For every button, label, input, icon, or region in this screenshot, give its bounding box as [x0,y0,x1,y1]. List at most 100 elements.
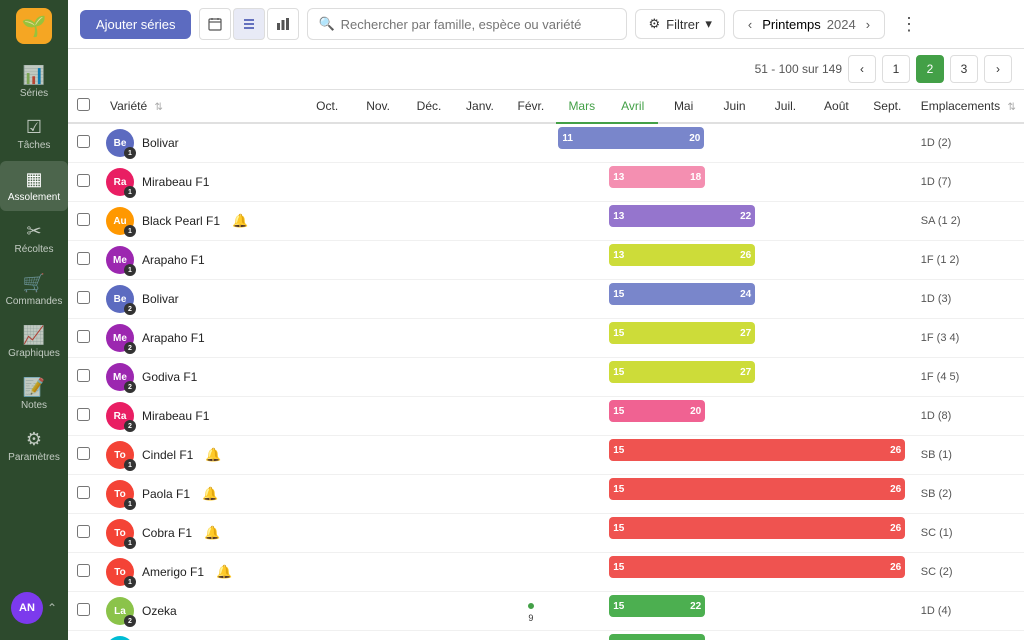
calendar-view-btn[interactable] [199,8,231,40]
emplacements-cell: SC (1) [913,514,1024,553]
month-cell-2 [404,202,455,241]
variety-badge: Ra1 [106,168,134,196]
month-cell-11 [862,319,913,358]
page-1-button[interactable]: 1 [882,55,910,83]
sidebar-item-graphiques[interactable]: 📈 Graphiques [0,317,68,367]
month-cell-1 [353,475,404,514]
search-input[interactable] [341,17,617,32]
row-checkbox[interactable] [77,408,90,421]
month-cell-0 [302,358,353,397]
filter-icon: ⚙ [648,16,660,32]
emplacements-sort-icon[interactable]: ⇅ [1007,102,1015,113]
row-checkbox[interactable] [77,603,90,616]
avatar-expand-icon[interactable]: ⌃ [47,601,57,615]
variety-badge: To1 [106,441,134,469]
table-row: Oi1 De Barletta 15231D (9) [68,631,1024,640]
month-cell-6: 1318 [607,163,658,202]
month-cell-1 [353,397,404,436]
table-row: Be1 Bolivar 11201D (2) [68,123,1024,163]
page-2-button[interactable]: 2 [916,55,944,83]
emplacements-header[interactable]: Emplacements ⇅ [913,90,1024,123]
variety-sort-icon[interactable]: ⇅ [154,102,162,113]
row-checkbox[interactable] [77,486,90,499]
filter-button[interactable]: ⚙ Filtrer ▾ [635,9,724,39]
emplacements-cell: SB (1) [913,436,1024,475]
gantt-bar: 1527 [609,361,755,383]
select-all-checkbox[interactable] [77,98,90,111]
sidebar-item-notes[interactable]: 📝 Notes [0,369,68,419]
avatar[interactable]: AN [11,592,43,624]
month-cell-3 [454,631,505,640]
year-label: 2024 [827,17,856,32]
month-cell-8 [709,631,760,640]
sidebar-item-assolement[interactable]: ▦ Assolement [0,161,68,211]
month-cell-1 [353,123,404,163]
prev-page-button[interactable]: ‹ [848,55,876,83]
month-cell-11 [862,631,913,640]
emplacements-cell: 1F (4 5) [913,358,1024,397]
month-cell-6: 1527 [607,358,658,397]
month-cell-0 [302,592,353,631]
variety-header[interactable]: Variété ⇅ [98,90,302,123]
sidebar-item-series[interactable]: 📊 Séries [0,57,68,107]
janv-header: Janv. [454,90,505,123]
variety-cell: Au1 Black Pearl F1 🔔 [98,202,302,241]
row-checkbox[interactable] [77,252,90,265]
next-season-button[interactable]: › [862,15,874,34]
row-checkbox[interactable] [77,564,90,577]
variety-badge: To1 [106,480,134,508]
sidebar-item-taches[interactable]: ☑ Tâches [0,109,68,159]
gantt-bar: 1526 [609,517,905,539]
gantt-bar: 1523 [609,634,705,640]
row-checkbox[interactable] [77,291,90,304]
row-checkbox[interactable] [77,369,90,382]
sidebar-label-graphiques: Graphiques [8,348,60,359]
prev-season-button[interactable]: ‹ [744,15,756,34]
month-cell-0 [302,475,353,514]
month-cell-2 [404,631,455,640]
month-cell-6: 1326 [607,241,658,280]
month-cell-4 [505,241,556,280]
month-cell-6: 1526 [607,553,658,592]
month-cell-3 [454,397,505,436]
list-view-btn[interactable] [233,8,265,40]
month-cell-1 [353,241,404,280]
gantt-table-container: Variété ⇅ Oct. Nov. Déc. Janv. Févr. Mar… [68,90,1024,640]
row-checkbox[interactable] [77,174,90,187]
row-checkbox[interactable] [77,213,90,226]
gantt-bar: 1527 [609,322,755,344]
month-cell-5 [556,241,607,280]
sidebar-item-recoltes[interactable]: ✂ Récoltes [0,213,68,263]
month-cell-10 [811,280,862,319]
month-cell-10 [811,123,862,163]
table-row: Me2 Arapaho F1 15271F (3 4) [68,319,1024,358]
more-options-button[interactable]: ⋮ [893,8,925,40]
sidebar-item-parametres[interactable]: ⚙ Paramètres [0,421,68,471]
month-cell-1 [353,202,404,241]
bell-icon: 🔔 [232,213,248,229]
emplacements-cell: 1D (9) [913,631,1024,640]
row-checkbox[interactable] [77,447,90,460]
add-series-button[interactable]: Ajouter séries [80,10,191,39]
variety-cell: To1 Cobra F1 🔔 [98,514,302,553]
variety-badge: To1 [106,558,134,586]
month-cell-4 [505,202,556,241]
select-all-header [68,90,98,123]
variety-header-label: Variété [110,99,147,113]
row-checkbox[interactable] [77,330,90,343]
next-page-button[interactable]: › [984,55,1012,83]
variety-badge: Be1 [106,129,134,157]
chart-view-btn[interactable] [267,8,299,40]
page-3-button[interactable]: 3 [950,55,978,83]
season-navigator: ‹ Printemps 2024 › [733,10,885,39]
row-checkbox[interactable] [77,525,90,538]
variety-cell: Ra2 Mirabeau F1 [98,397,302,436]
sidebar-item-commandes[interactable]: 🛒 Commandes [0,265,68,315]
month-cell-4 [505,123,556,163]
month-cell-3 [454,319,505,358]
month-cell-9 [760,631,811,640]
month-cell-8 [709,123,760,163]
row-checkbox[interactable] [77,135,90,148]
table-row: To1 Paola F1 🔔 1526SB (2) [68,475,1024,514]
variety-name: Amerigo F1 [142,565,204,579]
